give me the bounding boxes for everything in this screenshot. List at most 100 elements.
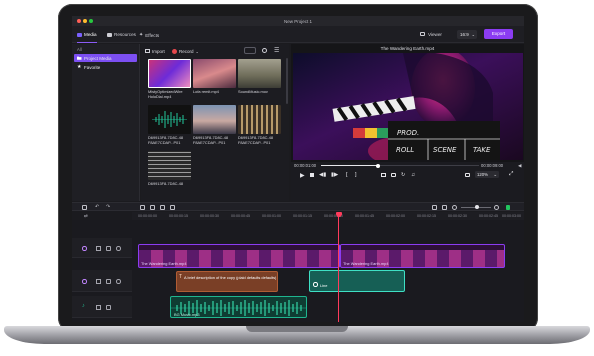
clapper-roll-label: ROLL bbox=[396, 146, 414, 154]
visibility-icon[interactable] bbox=[116, 246, 121, 251]
zoom-value: 120% bbox=[477, 172, 488, 178]
sidebar-item-project-media[interactable]: Project Media bbox=[74, 54, 137, 62]
edit-clip-icon[interactable] bbox=[170, 205, 175, 210]
ruler-tick: 00:00:03:00 bbox=[502, 213, 521, 218]
list-view-icon[interactable]: ☰ bbox=[274, 46, 279, 54]
media-thumbnail[interactable] bbox=[238, 105, 281, 134]
clapper-take-label: TAKE bbox=[473, 146, 491, 154]
video-clip[interactable]: The Wandering Earth.mp4 bbox=[340, 244, 505, 268]
timeline-toolbar: ↶ ↷ bbox=[72, 202, 524, 211]
visibility-icon[interactable] bbox=[116, 279, 121, 284]
timeline-ruler[interactable]: 00:00:00:00 00:00:00:15 00:00:00:30 00:0… bbox=[132, 212, 524, 220]
mark-in-icon[interactable]: [ bbox=[346, 172, 348, 178]
progress-handle[interactable] bbox=[375, 163, 380, 168]
lock-track-icon[interactable] bbox=[106, 279, 111, 284]
clapper-scene-label: SCENE bbox=[433, 146, 457, 154]
crop-clip-icon[interactable] bbox=[160, 205, 165, 210]
media-caption: D69913F8-7D8C-48 F8AE7CDAP...P01 bbox=[193, 135, 229, 145]
next-frame-icon[interactable]: ▮▶ bbox=[331, 172, 338, 178]
split-icon[interactable] bbox=[140, 205, 145, 210]
audio-waveform-icon bbox=[152, 111, 187, 128]
zoom-in-icon[interactable] bbox=[494, 205, 499, 210]
snap-icon[interactable] bbox=[442, 205, 447, 210]
fit-icon[interactable] bbox=[432, 205, 437, 210]
text-clip-icon: T bbox=[179, 274, 183, 280]
media-thumbnail[interactable] bbox=[193, 105, 236, 134]
ruler-tick: 00:00:00:30 bbox=[200, 213, 219, 218]
video-clip-label: The Wandering Earth.mp4 bbox=[343, 261, 389, 266]
export-button[interactable]: Export bbox=[484, 29, 513, 39]
sidebar-item-label: Project Media bbox=[84, 55, 112, 61]
media-thumbnail[interactable] bbox=[148, 151, 191, 180]
filter-button[interactable] bbox=[244, 47, 256, 54]
video-clip[interactable]: The Wandering Earth.mp4 bbox=[138, 244, 340, 268]
undo-icon[interactable]: ↶ bbox=[95, 204, 99, 210]
playhead-handle[interactable] bbox=[335, 212, 342, 217]
lock-track-icon[interactable] bbox=[106, 305, 111, 310]
stop-icon[interactable] bbox=[310, 173, 314, 177]
trim-icon[interactable] bbox=[150, 205, 155, 210]
video-track-header bbox=[72, 238, 132, 258]
record-button[interactable]: Record ⌄ bbox=[172, 47, 199, 55]
mark-out-icon[interactable]: ] bbox=[355, 172, 357, 178]
star-icon: ★ bbox=[77, 63, 82, 70]
media-thumbnail[interactable] bbox=[193, 59, 236, 88]
viewer-label: Viewer bbox=[428, 32, 442, 37]
tab-resources[interactable]: Resources bbox=[107, 32, 136, 37]
sidebar-item-favorite[interactable]: ★ Favorite bbox=[74, 63, 137, 71]
import-label: Import bbox=[152, 48, 165, 54]
zoom-select[interactable]: 120% ⌄ bbox=[475, 171, 499, 178]
title-clip-icon bbox=[313, 282, 318, 287]
delete-icon[interactable] bbox=[82, 205, 87, 210]
camera-icon[interactable] bbox=[465, 173, 470, 177]
mute-icon[interactable] bbox=[96, 246, 101, 251]
lock-track-icon[interactable] bbox=[106, 246, 111, 251]
progress-fill bbox=[321, 165, 378, 166]
tab-effects[interactable]: ✦ Effects bbox=[139, 32, 159, 38]
add-track-icon[interactable]: ⇄ bbox=[84, 213, 88, 219]
preview-frame-image: PROD. ROLL SCENE TAKE bbox=[293, 53, 523, 160]
zoom-slider-handle[interactable] bbox=[475, 205, 479, 210]
music-note-icon[interactable]: ♫ bbox=[411, 172, 415, 178]
sidebar-all-label[interactable]: All bbox=[77, 47, 82, 52]
audio-clip[interactable]: BG Music.mp3 bbox=[170, 296, 307, 318]
import-button[interactable]: Import bbox=[145, 47, 165, 55]
media-scrollbar[interactable] bbox=[286, 58, 288, 104]
previous-frame-icon[interactable]: ◀▮ bbox=[319, 172, 326, 178]
text-clip[interactable]: T A brief description of the copy (plaid… bbox=[176, 271, 278, 292]
search-icon[interactable] bbox=[262, 48, 267, 53]
lock-icon[interactable] bbox=[506, 205, 510, 210]
chevron-down-icon: ⌄ bbox=[195, 48, 199, 54]
zoom-out-icon[interactable] bbox=[452, 205, 457, 210]
crop-icon[interactable] bbox=[381, 173, 386, 177]
timeline-zoom-slider[interactable] bbox=[461, 205, 491, 210]
mute-icon[interactable] bbox=[96, 279, 101, 284]
mute-icon[interactable] bbox=[96, 305, 101, 310]
video-clip-label: The Wandering Earth.mp4 bbox=[141, 261, 187, 266]
ruler-tick: 00:00:01:15 bbox=[293, 213, 312, 218]
media-caption: D69913F8-7D8C-48 F8AE7CDAP...P01 bbox=[148, 135, 184, 145]
clip-header-strip bbox=[341, 245, 504, 250]
ruler-tick: 00:00:00:15 bbox=[169, 213, 188, 218]
tab-resources-label: Resources bbox=[114, 32, 136, 37]
media-thumbnail[interactable] bbox=[148, 105, 191, 134]
volume-icon[interactable]: ◀ bbox=[518, 163, 521, 169]
redo-icon[interactable]: ↷ bbox=[106, 204, 110, 210]
fullscreen-icon[interactable]: ⤢ bbox=[509, 171, 513, 178]
chevron-down-icon: ⌄ bbox=[493, 172, 497, 177]
text-clip-label: A brief description of the copy (plaid d… bbox=[184, 275, 277, 280]
tab-media[interactable]: Media bbox=[77, 32, 97, 43]
media-thumbnail[interactable] bbox=[238, 59, 281, 88]
rotate-icon[interactable]: ↻ bbox=[401, 172, 405, 178]
viewer-icon bbox=[420, 32, 425, 36]
aspect-ratio-select[interactable]: 16:9 ⌄ bbox=[457, 30, 477, 39]
preview-panel: The Wandering Earth.mp4 PROD. ROLL SCENE… bbox=[291, 44, 524, 201]
title-clip[interactable]: Line bbox=[309, 270, 405, 292]
snapshot-frame-icon[interactable] bbox=[391, 173, 396, 177]
playhead[interactable] bbox=[338, 212, 339, 322]
timeline-tracks: ♪ The Wandering Earth.mp4 The Wandering … bbox=[72, 220, 524, 322]
progress-track[interactable] bbox=[321, 163, 479, 168]
media-thumbnail[interactable] bbox=[148, 59, 191, 88]
music-track-icon: ♪ bbox=[82, 303, 85, 309]
play-icon[interactable]: ▶ bbox=[300, 172, 305, 179]
